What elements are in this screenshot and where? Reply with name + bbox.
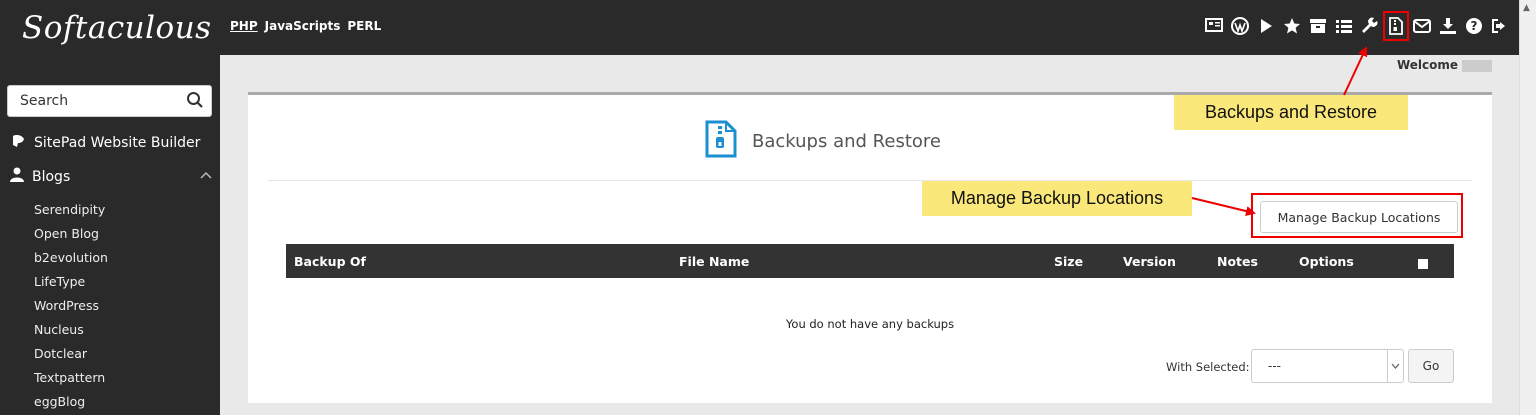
sitepad-icon [10,134,26,152]
col-notes: Notes [1217,254,1258,269]
backups-panel: Backups and Restore Manage Backup Locati… [248,92,1492,403]
mail-icon[interactable] [1412,14,1432,38]
sidebar-item[interactable]: Open Blog [34,222,108,246]
scroll-up-icon[interactable]: ▲ [1523,3,1530,13]
search-placeholder: Search [20,93,69,109]
sidebar-item-sitepad[interactable]: SitePad Website Builder [10,134,200,152]
help-icon[interactable]: ? [1464,14,1484,38]
chevron-down-icon[interactable] [1387,350,1403,382]
list-icon[interactable] [1334,14,1354,38]
nav-php[interactable]: PHP [230,19,258,33]
backup-icon[interactable] [1383,11,1409,41]
callout-backups: Backups and Restore [1174,95,1408,130]
install-icon[interactable] [1204,14,1224,38]
page-title-text: Backups and Restore [752,131,941,152]
sidebar-item[interactable]: Textpattern [34,366,108,390]
empty-message: You do not have any backups [785,317,955,331]
play-icon[interactable] [1256,14,1276,38]
sidebar-category-blogs[interactable]: Blogs [10,167,70,186]
select-all-checkbox[interactable] [1418,259,1428,269]
svg-text:?: ? [1471,19,1478,33]
sidebar-item[interactable]: eggBlog [34,390,108,414]
sidebar-category-label: Blogs [32,168,71,185]
sidebar-item[interactable]: Nucleus [34,318,108,342]
col-size: Size [1054,254,1084,269]
star-icon[interactable] [1282,14,1302,38]
col-options: Options [1299,254,1354,269]
welcome-text: Welcome [1397,58,1492,72]
archive-icon[interactable] [1308,14,1328,38]
bulk-action-select[interactable]: --- [1251,349,1404,383]
sidebar-item-label: SitePad Website Builder [34,135,201,151]
manage-backup-locations-button[interactable]: Manage Backup Locations [1260,201,1458,233]
callout-manage: Manage Backup Locations [922,181,1192,216]
divider [268,180,1472,181]
toolbar-icons: ? [1204,11,1510,41]
chevron-up-icon[interactable] [200,168,212,182]
select-value: --- [1268,359,1281,373]
wrench-icon[interactable] [1360,14,1380,38]
welcome-label: Welcome [1396,58,1458,72]
search-input[interactable]: Search [7,85,212,117]
with-selected-label: With Selected: [1166,360,1250,374]
sidebar-list: Serendipity Open Blog b2evolution LifeTy… [34,198,108,414]
nav-javascripts[interactable]: JavaScripts [265,19,341,33]
backup-file-icon [704,120,738,163]
sidebar-item[interactable]: Serendipity [34,198,108,222]
backups-table-header: Backup Of File Name Size Version Notes O… [286,244,1454,278]
col-version: Version [1123,254,1176,269]
wordpress-icon[interactable] [1230,14,1250,38]
logout-icon[interactable] [1490,14,1510,38]
user-icon [10,167,24,186]
download-icon[interactable] [1438,14,1458,38]
top-bar: Softaculous PHP JavaScripts PERL ? [0,0,1520,55]
username-redacted [1462,59,1492,72]
arrow-to-backup-icon [1343,46,1368,96]
page-title: Backups and Restore [704,120,941,163]
nav-perl[interactable]: PERL [347,19,381,33]
sidebar-item[interactable]: b2evolution [34,246,108,270]
sidebar-item[interactable]: WordPress [34,294,108,318]
col-file-name: File Name [679,254,750,269]
col-backup-of: Backup Of [294,254,366,269]
sidebar-item[interactable]: Dotclear [34,342,108,366]
go-button[interactable]: Go [1408,349,1454,383]
search-icon[interactable] [186,91,204,113]
page-scrollbar[interactable]: ▲ [1519,0,1536,415]
top-nav: PHP JavaScripts PERL [230,19,381,33]
sidebar: Search SitePad Website Builder Blogs Ser… [0,55,220,415]
sidebar-item[interactable]: LifeType [34,270,108,294]
softaculous-logo[interactable]: Softaculous [22,10,211,50]
